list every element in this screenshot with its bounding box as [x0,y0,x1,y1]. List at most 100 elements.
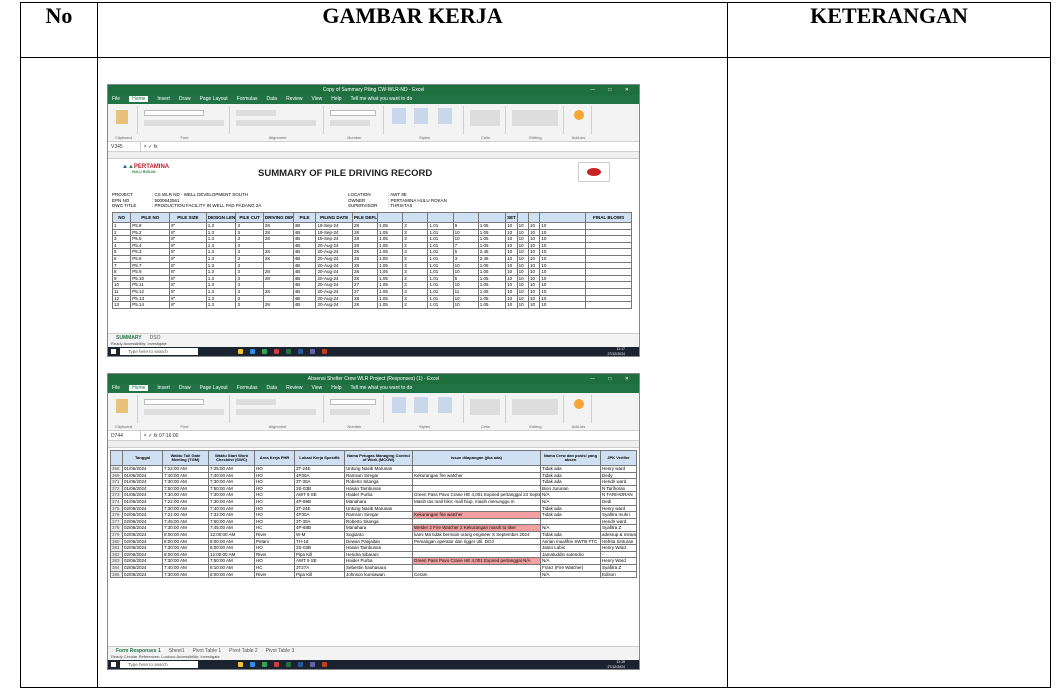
table-cell[interactable]: 1.05 [377,281,404,289]
table-cell[interactable]: 3 [235,281,264,289]
table-cell[interactable]: 10 [527,287,541,296]
name-box[interactable]: D744 [111,431,141,441]
table-cell[interactable]: 3 [235,222,264,230]
table-row[interactable]: 3 P5.5 8" 1.3 3 28 4B 19-Sep-24 28 1.05 3 1.01 10 1.0… [111,235,632,243]
table-cell[interactable]: 1.3 [205,248,237,256]
table-row[interactable]: 8 P5.9 8" 1.3 3 28 4B 20-Aug-24 28 1.05 3 1.01 10 1.0… [111,268,632,276]
table-cell[interactable]: 20-Aug-24 [315,287,354,296]
table-cell[interactable]: 4 [111,241,132,250]
table-cell[interactable]: 8" [169,281,207,289]
table-cell[interactable]: 10 [516,301,530,309]
table-cell[interactable]: 3 [235,241,264,250]
table-cell[interactable]: 9 [111,274,132,283]
word-icon[interactable] [298,349,303,354]
table-cell[interactable]: 02/06/2024 [122,504,163,513]
table-cell[interactable]: 28 [352,301,379,309]
table-cell[interactable]: 1.01 [427,261,454,270]
table-cell[interactable]: 10 [505,301,518,309]
table-cell[interactable]: Manahara [344,524,413,532]
table-cell[interactable]: 10 [527,301,541,309]
table-cell[interactable]: Hasan Tambunan [344,484,413,493]
alignment-group[interactable]: Alignment [232,395,324,429]
table-cell[interactable]: N/A [540,570,601,579]
table-cell[interactable]: 1.3 [205,281,237,289]
name-box[interactable]: V345 [111,142,141,152]
table-cell[interactable]: 10 [527,274,541,283]
table-cell[interactable]: Sebestin haohasara [344,563,413,572]
table-cell[interactable]: Jamaluddin sutendro [540,550,601,559]
table-cell[interactable]: Henry ward [600,465,637,473]
table-cell[interactable]: 4B [292,248,317,256]
table-row[interactable]: 373 01/06/2024 7:30:00 AM 7:30:00 AM HO AWT 9… [110,491,637,499]
table-cell[interactable]: 3S-03B [294,484,345,493]
ribbon-tab[interactable]: Insert [157,385,170,391]
table-cell[interactable]: 10 [505,287,518,296]
table-cell[interactable]: 28 [352,268,379,276]
table-cell[interactable]: 02/06/2024 [122,544,163,552]
table-cell[interactable]: River [254,550,295,559]
alignment-group[interactable]: Alignment [232,106,324,140]
table-cell[interactable]: 10 [527,228,541,237]
table-cell[interactable]: 13 [111,301,132,309]
table-cell[interactable]: 10 [516,268,530,276]
table-cell[interactable]: 8" [169,301,207,309]
edge-icon[interactable] [250,662,255,667]
ribbon-tab[interactable]: View [312,385,323,391]
table-cell[interactable]: 7:30:00 AM [162,491,209,499]
table-cell[interactable]: 10 [505,222,518,230]
ribbon-tab[interactable]: Home [129,96,149,102]
table-cell[interactable]: 10 [516,281,530,289]
table-cell[interactable]: Dedi [600,497,637,506]
table-cell[interactable] [262,281,294,289]
table-cell[interactable]: Ceram [412,570,541,579]
table-row[interactable]: 369 01/06/2024 7:40:00 AM 7:40:00 AM HO 4P30A… [110,471,637,480]
table-cell[interactable]: 20-Aug-24 [315,274,354,283]
table-row[interactable]: 12 P5.13 8" 1.3 3 4B 20-Aug-24 28 1.05 3 1.01 10 1.0… [111,294,632,303]
table-cell[interactable]: 7:22:00 AM [162,497,209,506]
table-cell[interactable]: HO [254,478,295,486]
table-cell[interactable]: 1.05 [377,268,404,276]
table-cell[interactable] [412,544,541,552]
table-cell[interactable]: P5.2 [130,228,171,237]
table-cell[interactable]: 7 [452,241,479,250]
table-cell[interactable]: HO [254,557,295,565]
table-cell[interactable]: 10 [527,268,541,276]
table-cell[interactable]: 2 [402,274,429,283]
table-cell[interactable]: 8:00:00 AM [162,550,209,559]
table-cell[interactable]: 20-Aug-24 [315,254,354,263]
table-cell[interactable]: 10 [452,235,479,243]
number-group[interactable]: Number [326,106,384,140]
table-row[interactable]: 372 01/06/2024 7:50:00 AM 7:50:00 AM HO 3S-03… [110,484,637,493]
ribbon-tab[interactable]: Home [129,385,149,391]
table-cell[interactable]: 20-Aug-24 [315,301,354,309]
table-cell[interactable]: 3 [235,274,264,283]
table-cell[interactable]: Hasan Tambunan [344,544,413,552]
table-cell[interactable]: AWT 9 SE [294,557,345,565]
table-cell[interactable]: 6 [111,254,132,263]
table-cell[interactable]: Tidak ada [540,465,601,473]
table-cell[interactable]: 7:30:00 AM [162,570,209,579]
table-cell[interactable]: P5.7 [130,261,171,270]
table-cell[interactable]: 01/06/2024 [122,484,163,493]
table-cell[interactable]: 7:30:00 AM [208,478,255,486]
table-cell[interactable]: 28 [262,254,294,263]
table-cell[interactable]: 7:40:00 AM [208,471,255,480]
table-cell[interactable]: 1.3 [205,274,237,283]
table-cell[interactable]: Bion Jurunan [540,484,601,493]
table-cell[interactable]: 1.05 [377,235,404,243]
cells-group[interactable]: Cells [466,395,506,429]
table-cell[interactable] [412,550,541,559]
table-cell[interactable]: 3 [235,287,264,296]
table-cell[interactable]: 10 [516,274,530,283]
table-row[interactable]: 382 02/06/2024 8:00:00 AM 12:00:00 AM River P… [110,550,637,559]
table-cell[interactable]: 3 [235,248,264,256]
table-cell[interactable]: Johnson kurniawan [344,570,413,579]
table-cell[interactable]: 3 [235,254,264,263]
table-cell[interactable] [585,241,632,250]
table-cell[interactable] [412,504,541,513]
table-cell[interactable]: 10 [539,248,587,256]
table-cell[interactable]: 10 [505,294,518,303]
table-cell[interactable]: Green Pass Pavo Crane HE 4,001 Expired p… [412,491,541,499]
table-cell[interactable]: 3 [402,248,429,256]
table-cell[interactable]: Ramson Siregar [344,511,413,519]
